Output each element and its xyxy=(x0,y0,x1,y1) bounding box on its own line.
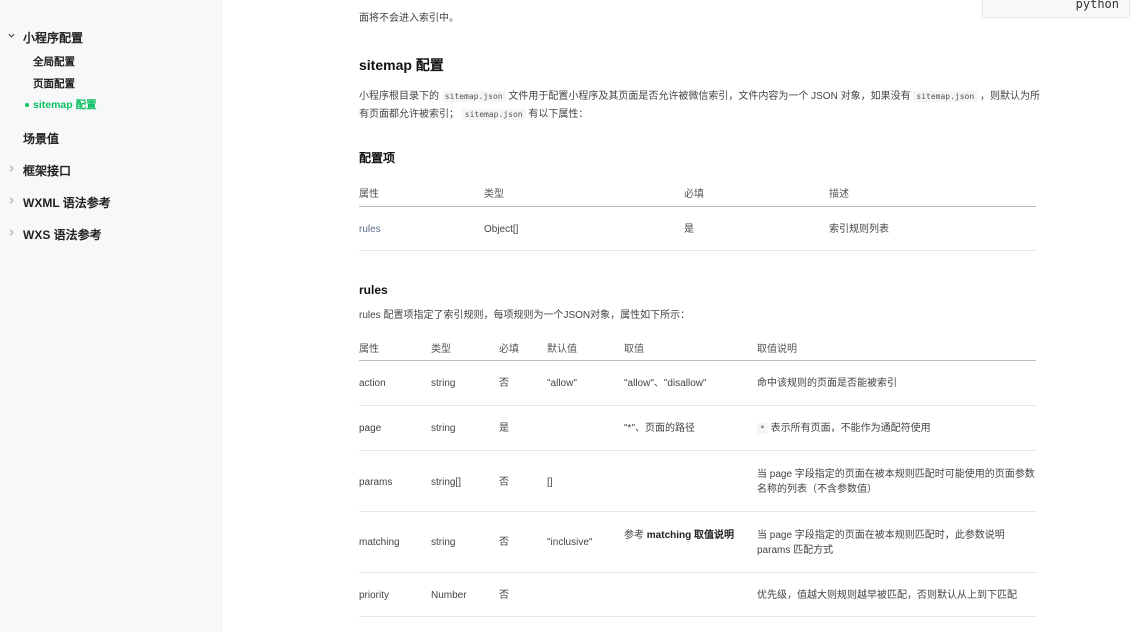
cell-explain: * 表示所有页面，不能作为通配符使用 xyxy=(757,421,931,436)
cell-default: [] xyxy=(547,477,553,488)
cell-desc: 索引规则列表 xyxy=(829,224,889,235)
row-divider xyxy=(359,572,1036,573)
config-header-attr: 属性 xyxy=(359,189,379,200)
config-header-required: 必填 xyxy=(684,189,704,200)
rules-header-required: 必填 xyxy=(499,344,519,355)
row-divider xyxy=(359,405,1036,406)
row-divider xyxy=(359,450,1036,451)
row-divider xyxy=(359,250,1036,251)
table-header-divider xyxy=(359,360,1036,361)
section-intro-line-1: 小程序根目录下的 sitemap.json 文件用于配置小程序及其页面是否允许被… xyxy=(359,91,1040,102)
inline-code: sitemap.json xyxy=(913,91,978,102)
config-header-type: 类型 xyxy=(484,189,504,200)
config-header-desc: 描述 xyxy=(829,189,849,200)
code-block: python xyxy=(982,0,1130,18)
paragraph-fragment: 面将不会进入索引中。 xyxy=(359,13,459,24)
cell-required: 否 xyxy=(499,537,509,548)
row-divider xyxy=(359,616,1036,617)
cell-value: "*"、页面的路径 xyxy=(624,423,695,434)
config-title: 配置项 xyxy=(359,151,396,165)
cell-value: 参考 matching 取值说明 xyxy=(624,530,735,541)
section-intro-line-2: 有页面都允许被索引； sitemap.json 有以下属性： xyxy=(359,109,589,120)
cell-required: 否 xyxy=(499,378,509,389)
cell-name: action xyxy=(359,378,386,389)
cell-default: "allow" xyxy=(547,378,577,389)
doc-content: python 面将不会进入索引中。 sitemap 配置 小程序根目录下的 si… xyxy=(0,0,1130,632)
rules-header-value: 取值 xyxy=(624,344,644,355)
cell-type: Number xyxy=(431,590,467,601)
cell-explain: 优先级，值越大则规则越早被匹配，否则默认从上到下匹配 xyxy=(757,590,1017,601)
cell-value: "allow"、"disallow" xyxy=(624,378,707,389)
code-language-label: python xyxy=(1075,0,1119,11)
cell-type: string xyxy=(431,423,456,434)
cell-required: 否 xyxy=(499,590,509,601)
cell-explain: 当 page 字段指定的页面在被本规则匹配时，此参数说明 params 匹配方式 xyxy=(757,530,1005,556)
inline-code: sitemap.json xyxy=(461,109,526,120)
cell-explain: 当 page 字段指定的页面在被本规则匹配时可能使用的页面参数名称的列表（不含参… xyxy=(757,469,1035,495)
cell-required: 是 xyxy=(684,224,694,235)
cell-name: rules xyxy=(359,224,381,235)
cell-type: string xyxy=(431,378,456,389)
rules-title: rules xyxy=(359,283,388,297)
rules-header-attr: 属性 xyxy=(359,344,379,355)
cell-explain: 命中该规则的页面是否能被索引 xyxy=(757,378,897,389)
cell-name: params xyxy=(359,477,393,488)
cell-type: string[] xyxy=(431,477,462,488)
row-divider xyxy=(359,511,1036,512)
rules-desc: rules 配置项指定了索引规则，每项规则为一个JSON对象，属性如下所示： xyxy=(359,310,691,321)
cell-required: 否 xyxy=(499,477,509,488)
cell-type: string xyxy=(431,537,456,548)
cell-default: "inclusive" xyxy=(547,537,593,548)
inline-code: sitemap.json xyxy=(441,91,506,102)
cell-required: 是 xyxy=(499,423,509,434)
inline-code: * xyxy=(757,423,768,434)
section-title: sitemap 配置 xyxy=(359,57,444,73)
rules-header-type: 类型 xyxy=(431,344,451,355)
matching-values-link[interactable]: matching 取值说明 xyxy=(647,530,734,541)
rules-header-explain: 取值说明 xyxy=(757,344,797,355)
cell-name: page xyxy=(359,423,382,434)
cell-name: priority xyxy=(359,590,390,601)
cell-type: Object[] xyxy=(484,224,519,235)
rules-header-default: 默认值 xyxy=(547,344,577,355)
table-header-divider xyxy=(359,206,1036,207)
cell-name: matching xyxy=(359,537,400,548)
